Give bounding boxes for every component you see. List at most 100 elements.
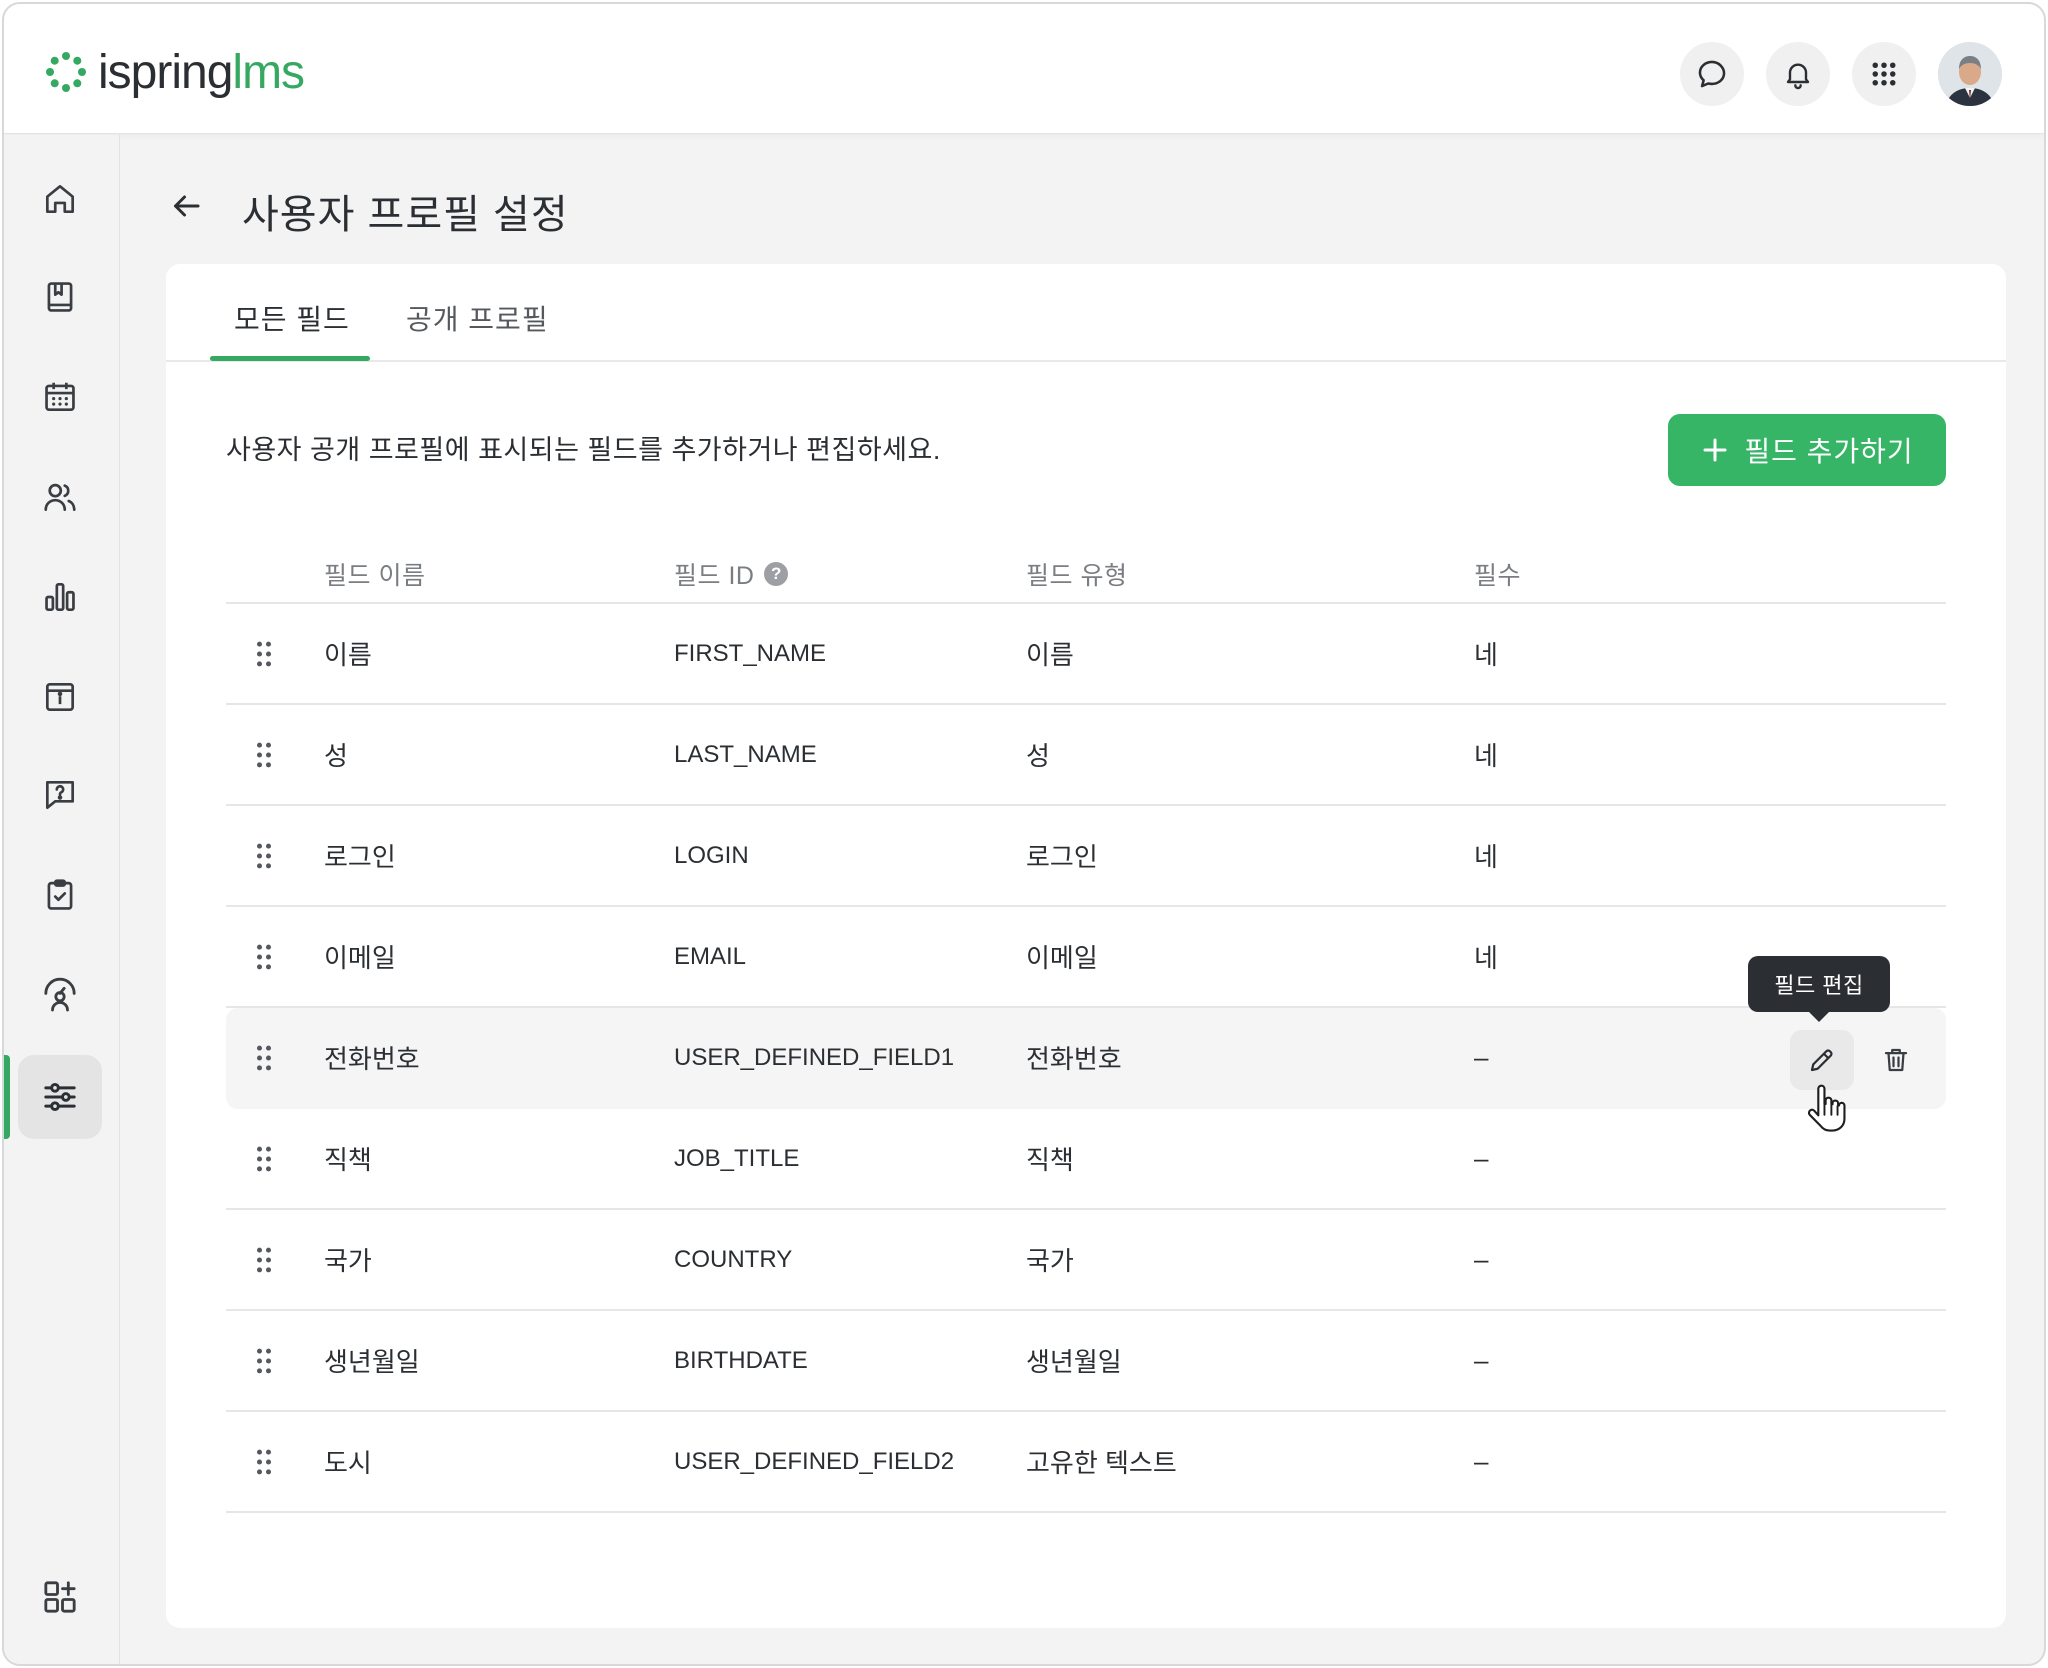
header-field-name: 필드 이름: [324, 562, 426, 590]
drag-handle-icon: [256, 1449, 272, 1474]
table-row[interactable]: 이메일 EMAIL 이메일 네: [226, 907, 1946, 1008]
content-card: 모든 필드 공개 프로필 사용자 공개 프로필에 표시되는 필드를 추가하거나 …: [166, 264, 2006, 1628]
chat-button[interactable]: [1680, 42, 1744, 106]
cell-field-type: 생년월일: [1026, 1347, 1122, 1377]
table-body: 이름 FIRST_NAME 이름 네 성 LAST_NAME 성 네 로그인 L…: [226, 604, 1946, 1513]
header-field-type: 필드 유형: [1026, 562, 1128, 590]
bar-chart-icon: [45, 582, 75, 612]
home-icon: [45, 184, 75, 214]
drag-handle[interactable]: [252, 1008, 276, 1107]
tabs: 모든 필드 공개 프로필: [166, 264, 2006, 362]
table-row[interactable]: 직책 JOB_TITLE 직책 –: [226, 1109, 1946, 1210]
sidebar-item-help[interactable]: [18, 753, 102, 837]
cell-field-id: EMAIL: [674, 942, 747, 970]
clipboard-check-icon: [47, 879, 73, 910]
cell-field-name: 이름: [324, 640, 372, 670]
drag-handle[interactable]: [252, 1109, 276, 1208]
cell-field-id: USER_DEFINED_FIELD2: [674, 1447, 955, 1475]
drag-handle-icon: [256, 641, 272, 666]
table-row[interactable]: 도시 USER_DEFINED_FIELD2 고유한 텍스트 –: [226, 1412, 1946, 1513]
table-row[interactable]: 생년월일 BIRTHDATE 생년월일 –: [226, 1311, 1946, 1412]
cell-field-type: 고유한 텍스트: [1026, 1448, 1177, 1478]
tab-public-profile[interactable]: 공개 프로필: [406, 298, 549, 338]
drag-handle[interactable]: [252, 604, 276, 703]
cell-field-type: 로그인: [1026, 842, 1098, 872]
arrow-left-icon: [174, 195, 200, 217]
top-bar: ispringlms: [4, 4, 2044, 134]
avatar[interactable]: [1938, 42, 2002, 106]
drag-handle[interactable]: [252, 1210, 276, 1309]
cell-field-name: 생년월일: [324, 1347, 420, 1377]
user-photo-icon: [1938, 42, 2002, 106]
notifications-button[interactable]: [1766, 42, 1830, 106]
hand-cursor-icon: [1807, 1084, 1846, 1132]
drag-handle-icon: [256, 1348, 272, 1373]
cell-field-id: LOGIN: [674, 841, 749, 869]
cell-field-type: 전화번호: [1026, 1044, 1122, 1074]
cell-field-id: BIRTHDATE: [674, 1346, 808, 1374]
back-button[interactable]: [164, 184, 208, 228]
bell-icon: [1786, 63, 1810, 90]
apps-grid-icon: [1872, 62, 1896, 86]
drag-handle[interactable]: [252, 1311, 276, 1410]
sidebar-item-home[interactable]: [18, 157, 102, 241]
drag-handle[interactable]: [252, 806, 276, 905]
cell-field-name: 직책: [324, 1145, 372, 1175]
drag-handle-icon: [256, 1045, 272, 1070]
drag-handle-icon: [256, 843, 272, 868]
cell-field-id: USER_DEFINED_FIELD1: [674, 1043, 955, 1071]
cell-field-type: 직책: [1026, 1145, 1074, 1175]
cell-required: –: [1474, 1143, 1489, 1173]
pencil-icon: [1810, 1049, 1833, 1072]
edit-field-button[interactable]: [1790, 1030, 1854, 1090]
delete-field-button[interactable]: [1870, 1030, 1922, 1090]
cell-field-type: 성: [1026, 741, 1050, 771]
cell-field-id: COUNTRY: [674, 1245, 793, 1273]
table-row[interactable]: 로그인 LOGIN 로그인 네: [226, 806, 1946, 907]
cell-field-id: FIRST_NAME: [674, 639, 827, 667]
table-row[interactable]: 전화번호 USER_DEFINED_FIELD1 전화번호 –: [226, 1008, 1946, 1109]
table-row[interactable]: 국가 COUNTRY 국가 –: [226, 1210, 1946, 1311]
sliders-icon: [44, 1083, 76, 1111]
cell-required: –: [1474, 1042, 1489, 1072]
table-row[interactable]: 이름 FIRST_NAME 이름 네: [226, 604, 1946, 705]
add-field-button[interactable]: 필드 추가하기: [1668, 414, 1946, 486]
header-required: 필수: [1474, 562, 1522, 590]
logo[interactable]: ispringlms: [44, 46, 305, 99]
info-panel-icon: [45, 682, 75, 712]
table-row[interactable]: 성 LAST_NAME 성 네: [226, 705, 1946, 806]
cell-field-name: 성: [324, 741, 348, 771]
logo-mark-icon: [46, 52, 86, 92]
drag-handle-icon: [256, 742, 272, 767]
help-icon[interactable]: ?: [764, 562, 789, 586]
drag-handle-icon: [256, 1247, 272, 1272]
sidebar-item-users[interactable]: [18, 455, 102, 539]
sidebar-add-widget[interactable]: [18, 1555, 102, 1639]
user-gauge-icon: [44, 977, 76, 1012]
sidebar-item-settings[interactable]: [18, 1055, 102, 1139]
drag-handle[interactable]: [252, 907, 276, 1006]
sidebar-item-courses[interactable]: [18, 255, 102, 339]
cell-required: 네: [1474, 741, 1498, 771]
tab-all-fields[interactable]: 모든 필드: [234, 298, 350, 338]
help-chat-icon: [45, 780, 75, 810]
cell-field-name: 국가: [324, 1246, 372, 1276]
sidebar-item-info[interactable]: [18, 655, 102, 739]
sidebar-item-performance[interactable]: [18, 953, 102, 1037]
cell-field-type: 국가: [1026, 1246, 1074, 1276]
cell-field-type: 이름: [1026, 640, 1074, 670]
cell-required: 네: [1474, 842, 1498, 872]
drag-handle[interactable]: [252, 1412, 276, 1511]
header-field-id-label: 필드 ID: [674, 562, 755, 590]
sidebar: [4, 135, 120, 1664]
active-indicator: [4, 1055, 10, 1139]
cell-required: –: [1474, 1244, 1489, 1274]
apps-button[interactable]: [1852, 42, 1916, 106]
sidebar-item-calendar[interactable]: [18, 355, 102, 439]
sidebar-item-assignments[interactable]: [18, 853, 102, 937]
cell-required: 네: [1474, 640, 1498, 670]
chat-icon: [1698, 60, 1726, 88]
drag-handle[interactable]: [252, 705, 276, 804]
cell-field-name: 전화번호: [324, 1044, 420, 1074]
sidebar-item-reports[interactable]: [18, 555, 102, 639]
